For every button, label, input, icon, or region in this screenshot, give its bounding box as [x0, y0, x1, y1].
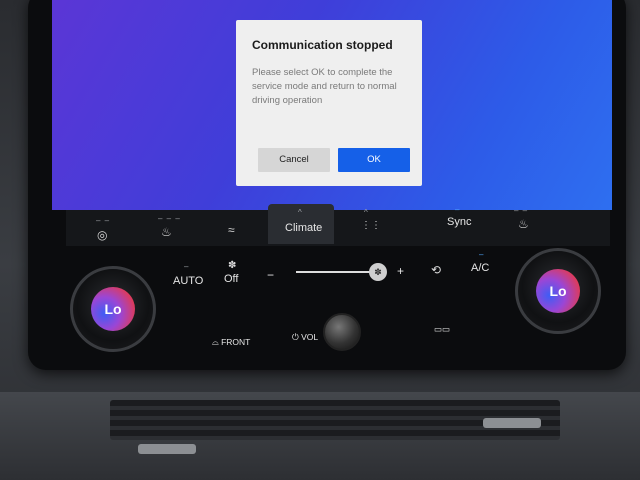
volume-knob[interactable] — [323, 313, 361, 351]
fan-speed-handle[interactable]: ✽ — [369, 263, 387, 281]
right-temp-knob[interactable]: Lo — [515, 248, 601, 334]
climate-caret: ^ — [298, 208, 303, 217]
fan-increase-button[interactable]: + — [397, 264, 404, 278]
sync-button[interactable]: Sync — [447, 216, 471, 228]
left-temp-value: Lo — [104, 301, 122, 317]
steering-wheel-heat-icon[interactable]: ◎ — [97, 228, 107, 242]
vent-tab-left[interactable] — [138, 444, 196, 454]
recirculation-icon[interactable]: ⟲ — [431, 263, 441, 277]
front-defrost-button[interactable]: ⌓ FRONT — [212, 337, 250, 348]
fan-decrease-button[interactable]: − — [267, 268, 274, 282]
auto-button[interactable]: AUTO — [173, 275, 203, 287]
grid-icon[interactable]: ⋮⋮ — [361, 220, 381, 231]
power-volume-button[interactable]: ⏻ VOL — [292, 332, 318, 343]
sync-indicator: – — [455, 205, 461, 214]
display-toggle-icon[interactable]: ▭▭ — [434, 324, 450, 335]
airflow-icon[interactable]: ≈ — [228, 223, 235, 237]
seat-heat-level-left: – – – — [158, 214, 181, 223]
ac-indicator: – — [479, 250, 485, 259]
dialog-title: Communication stopped — [252, 38, 393, 52]
seat-heat-level-right: – – — [514, 206, 529, 215]
left-temp-knob[interactable]: Lo — [70, 266, 156, 352]
seat-heat-icon[interactable]: ♨ — [518, 217, 529, 231]
ac-button[interactable]: A/C — [471, 262, 489, 274]
grid-caret: ^ — [364, 208, 369, 217]
auto-indicator: – — [184, 262, 190, 271]
front-label: FRONT — [221, 337, 251, 347]
left-temp-display: Lo — [91, 287, 135, 331]
vent-tab-right[interactable] — [483, 418, 541, 428]
fan-off-button[interactable]: Off — [224, 273, 238, 285]
right-temp-value: Lo — [549, 283, 567, 299]
climate-label[interactable]: Climate — [285, 222, 322, 234]
fan-icon: ✽ — [228, 260, 237, 271]
steering-heat-level: – – — [96, 216, 111, 225]
vol-label: VOL — [301, 332, 319, 342]
dialog-message: Please select OK to complete the service… — [252, 67, 397, 106]
right-temp-display: Lo — [536, 269, 580, 313]
ok-button[interactable]: OK — [338, 148, 410, 172]
seat-heat-icon[interactable]: ♨ — [161, 225, 172, 239]
cancel-button[interactable]: Cancel — [258, 148, 330, 172]
